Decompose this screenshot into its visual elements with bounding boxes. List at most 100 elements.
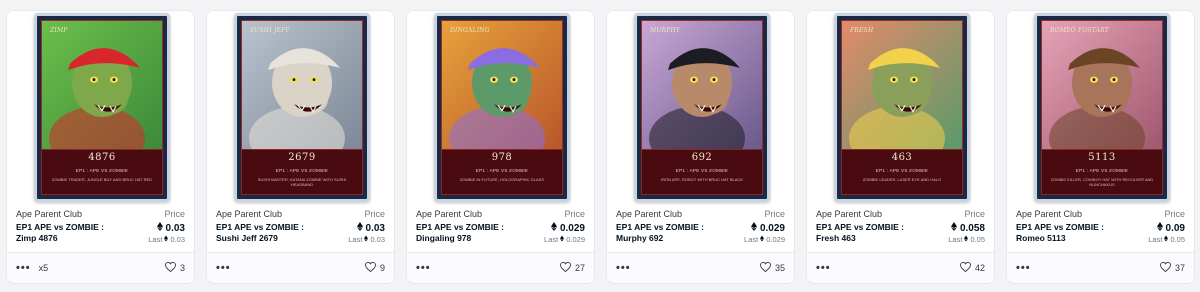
price-label: Price (1164, 209, 1185, 219)
item-name[interactable]: EP1 APE vs ZOMBIE : Zimp 4876 (16, 222, 126, 244)
current-price: 0.058 (948, 222, 985, 234)
ethereum-icon (550, 222, 557, 234)
trading-card-image: Murphy 692 EP1 : APE VS ZOMBIE IRON APE,… (634, 13, 770, 202)
last-sale: Last 0.05 (1148, 235, 1185, 244)
card-media[interactable]: Sushi Jeff 2679 EP1 : APE VS ZOMBIE SUSH… (207, 11, 394, 205)
card-footer: ••• 9 (207, 252, 394, 283)
card-character-label: Romeo Fostart (1050, 27, 1109, 34)
trading-card-image: Romeo Fostart 5113 EP1 : APE VS ZOMBIE Z… (1034, 13, 1170, 202)
like-button[interactable]: 27 (560, 261, 585, 274)
price-value: 0.058 (959, 222, 985, 234)
more-dots-icon[interactable]: ••• (416, 262, 431, 274)
ape-artwork-image (1042, 21, 1162, 149)
collection-name[interactable]: Ape Parent Club (816, 209, 882, 219)
like-count: 9 (379, 263, 385, 273)
card-nameplate: 463 EP1 : APE VS ZOMBIE ZOMBIE LEADER, L… (841, 149, 963, 195)
card-description: IRON APE, ROBOT WITH BRUC HAT BLACK (660, 177, 743, 182)
nft-card[interactable]: Fresh 463 EP1 : APE VS ZOMBIE ZOMBIE LEA… (806, 10, 995, 284)
collection-name[interactable]: Ape Parent Club (1016, 209, 1082, 219)
like-count: 27 (574, 263, 585, 273)
like-button[interactable]: 42 (960, 261, 985, 274)
item-name[interactable]: EP1 APE vs ZOMBIE : Sushi Jeff 2679 (216, 222, 326, 244)
card-media[interactable]: Romeo Fostart 5113 EP1 : APE VS ZOMBIE Z… (1007, 11, 1194, 205)
like-count: 3 (179, 263, 185, 273)
heart-icon (560, 261, 571, 274)
nft-card-grid: Zimp 4876 EP1 : APE VS ZOMBIE ZOMBIE TRA… (0, 0, 1200, 292)
like-button[interactable]: 37 (1160, 261, 1185, 274)
card-info: Ape Parent Club Price EP1 APE vs ZOMBIE … (407, 209, 594, 244)
card-plate-number: 4876 (88, 152, 116, 163)
last-sale-label: Last (1148, 235, 1163, 244)
current-price: 0.029 (744, 222, 785, 234)
collection-name[interactable]: Ape Parent Club (216, 209, 282, 219)
card-set-line: EP1 : APE VS ZOMBIE (75, 168, 129, 173)
card-character-label: Dingaling (450, 27, 490, 34)
card-nameplate: 692 EP1 : APE VS ZOMBIE IRON APE, ROBOT … (641, 149, 763, 195)
nft-card[interactable]: Dingaling 978 EP1 : APE VS ZOMBIE ZOMBIE… (406, 10, 595, 284)
last-sale-value: 0.03 (370, 235, 385, 244)
card-info: Ape Parent Club Price EP1 APE vs ZOMBIE … (7, 209, 194, 244)
more-dots-icon[interactable]: ••• (16, 262, 31, 274)
card-character-label: Zimp (50, 27, 68, 34)
price-value: 0.03 (165, 222, 185, 234)
like-button[interactable]: 35 (760, 261, 785, 274)
card-footer: ••• 27 (407, 252, 594, 283)
card-character-label: Sushi Jeff (250, 27, 290, 34)
item-name[interactable]: EP1 APE vs ZOMBIE : Murphy 692 (616, 222, 726, 244)
last-sale-value: 0.05 (1170, 235, 1185, 244)
more-dots-icon[interactable]: ••• (1016, 262, 1031, 274)
collection-name[interactable]: Ape Parent Club (16, 209, 82, 219)
nft-card[interactable]: Zimp 4876 EP1 : APE VS ZOMBIE ZOMBIE TRA… (6, 10, 195, 284)
price-value: 0.03 (365, 222, 385, 234)
item-name[interactable]: EP1 APE vs ZOMBIE : Dingaling 978 (416, 222, 526, 244)
like-button[interactable]: 9 (365, 261, 385, 274)
ape-artwork-image (642, 21, 762, 149)
trading-card-image: Sushi Jeff 2679 EP1 : APE VS ZOMBIE SUSH… (234, 13, 370, 202)
card-nameplate: 2679 EP1 : APE VS ZOMBIE SUSHI MASTER, K… (241, 149, 363, 195)
like-count: 42 (974, 263, 985, 273)
item-name[interactable]: EP1 APE vs ZOMBIE : Fresh 463 (816, 222, 926, 244)
card-footer: ••• 42 (807, 252, 994, 283)
nft-card[interactable]: Murphy 692 EP1 : APE VS ZOMBIE IRON APE,… (606, 10, 795, 284)
last-sale-value: 0.03 (170, 235, 185, 244)
collection-name[interactable]: Ape Parent Club (616, 209, 682, 219)
card-description: ZOMBIE LEADER, LASER EYE AND HALO (862, 177, 942, 182)
card-media[interactable]: Fresh 463 EP1 : APE VS ZOMBIE ZOMBIE LEA… (807, 11, 994, 205)
card-media[interactable]: Zimp 4876 EP1 : APE VS ZOMBIE ZOMBIE TRA… (7, 11, 194, 205)
item-name[interactable]: EP1 APE vs ZOMBIE : Romeo 5113 (1016, 222, 1126, 244)
ethereum-icon (156, 222, 163, 234)
price-value: 0.09 (1165, 222, 1185, 234)
ethereum-icon (760, 235, 765, 244)
price-label: Price (164, 209, 185, 219)
more-dots-icon[interactable]: ••• (216, 262, 231, 274)
card-info: Ape Parent Club Price EP1 APE vs ZOMBIE … (607, 209, 794, 244)
card-artwork: Dingaling (441, 20, 563, 150)
card-set-line: EP1 : APE VS ZOMBIE (875, 168, 929, 173)
more-dots-icon[interactable]: ••• (816, 262, 831, 274)
nft-card[interactable]: Romeo Fostart 5113 EP1 : APE VS ZOMBIE Z… (1006, 10, 1195, 284)
card-media[interactable]: Dingaling 978 EP1 : APE VS ZOMBIE ZOMBIE… (407, 11, 594, 205)
card-nameplate: 978 EP1 : APE VS ZOMBIE ZOMBIE IN FUTURE… (441, 149, 563, 195)
card-media[interactable]: Murphy 692 EP1 : APE VS ZOMBIE IRON APE,… (607, 11, 794, 205)
card-description: ZOMBIE TRADER, JUNGLE BUY AND BRUC HAT R… (51, 177, 153, 182)
card-set-line: EP1 : APE VS ZOMBIE (475, 168, 529, 173)
collection-name[interactable]: Ape Parent Club (416, 209, 482, 219)
trading-card-image: Fresh 463 EP1 : APE VS ZOMBIE ZOMBIE LEA… (834, 13, 970, 202)
last-sale-label: Last (744, 235, 759, 244)
ethereum-icon (1164, 235, 1169, 244)
card-set-line: EP1 : APE VS ZOMBIE (1075, 168, 1129, 173)
ape-artwork-image (842, 21, 962, 149)
last-sale: Last 0.03 (348, 235, 385, 244)
like-button[interactable]: 3 (165, 261, 185, 274)
card-artwork: Sushi Jeff (241, 20, 363, 150)
card-description: SUSHI MASTER, KATANA ZOMBIE WITH SUSHI H… (257, 177, 347, 187)
card-description: ZOMBIE KILLER, COWBOY HAT WITH REVOLVER … (1050, 177, 1154, 187)
card-artwork: Murphy (641, 20, 763, 150)
card-artwork: Fresh (841, 20, 963, 150)
price-label: Price (964, 209, 985, 219)
more-dots-icon[interactable]: ••• (616, 262, 631, 274)
nft-card[interactable]: Sushi Jeff 2679 EP1 : APE VS ZOMBIE SUSH… (206, 10, 395, 284)
last-sale: Last 0.03 (148, 235, 185, 244)
card-info: Ape Parent Club Price EP1 APE vs ZOMBIE … (1007, 209, 1194, 244)
heart-icon (165, 261, 176, 274)
